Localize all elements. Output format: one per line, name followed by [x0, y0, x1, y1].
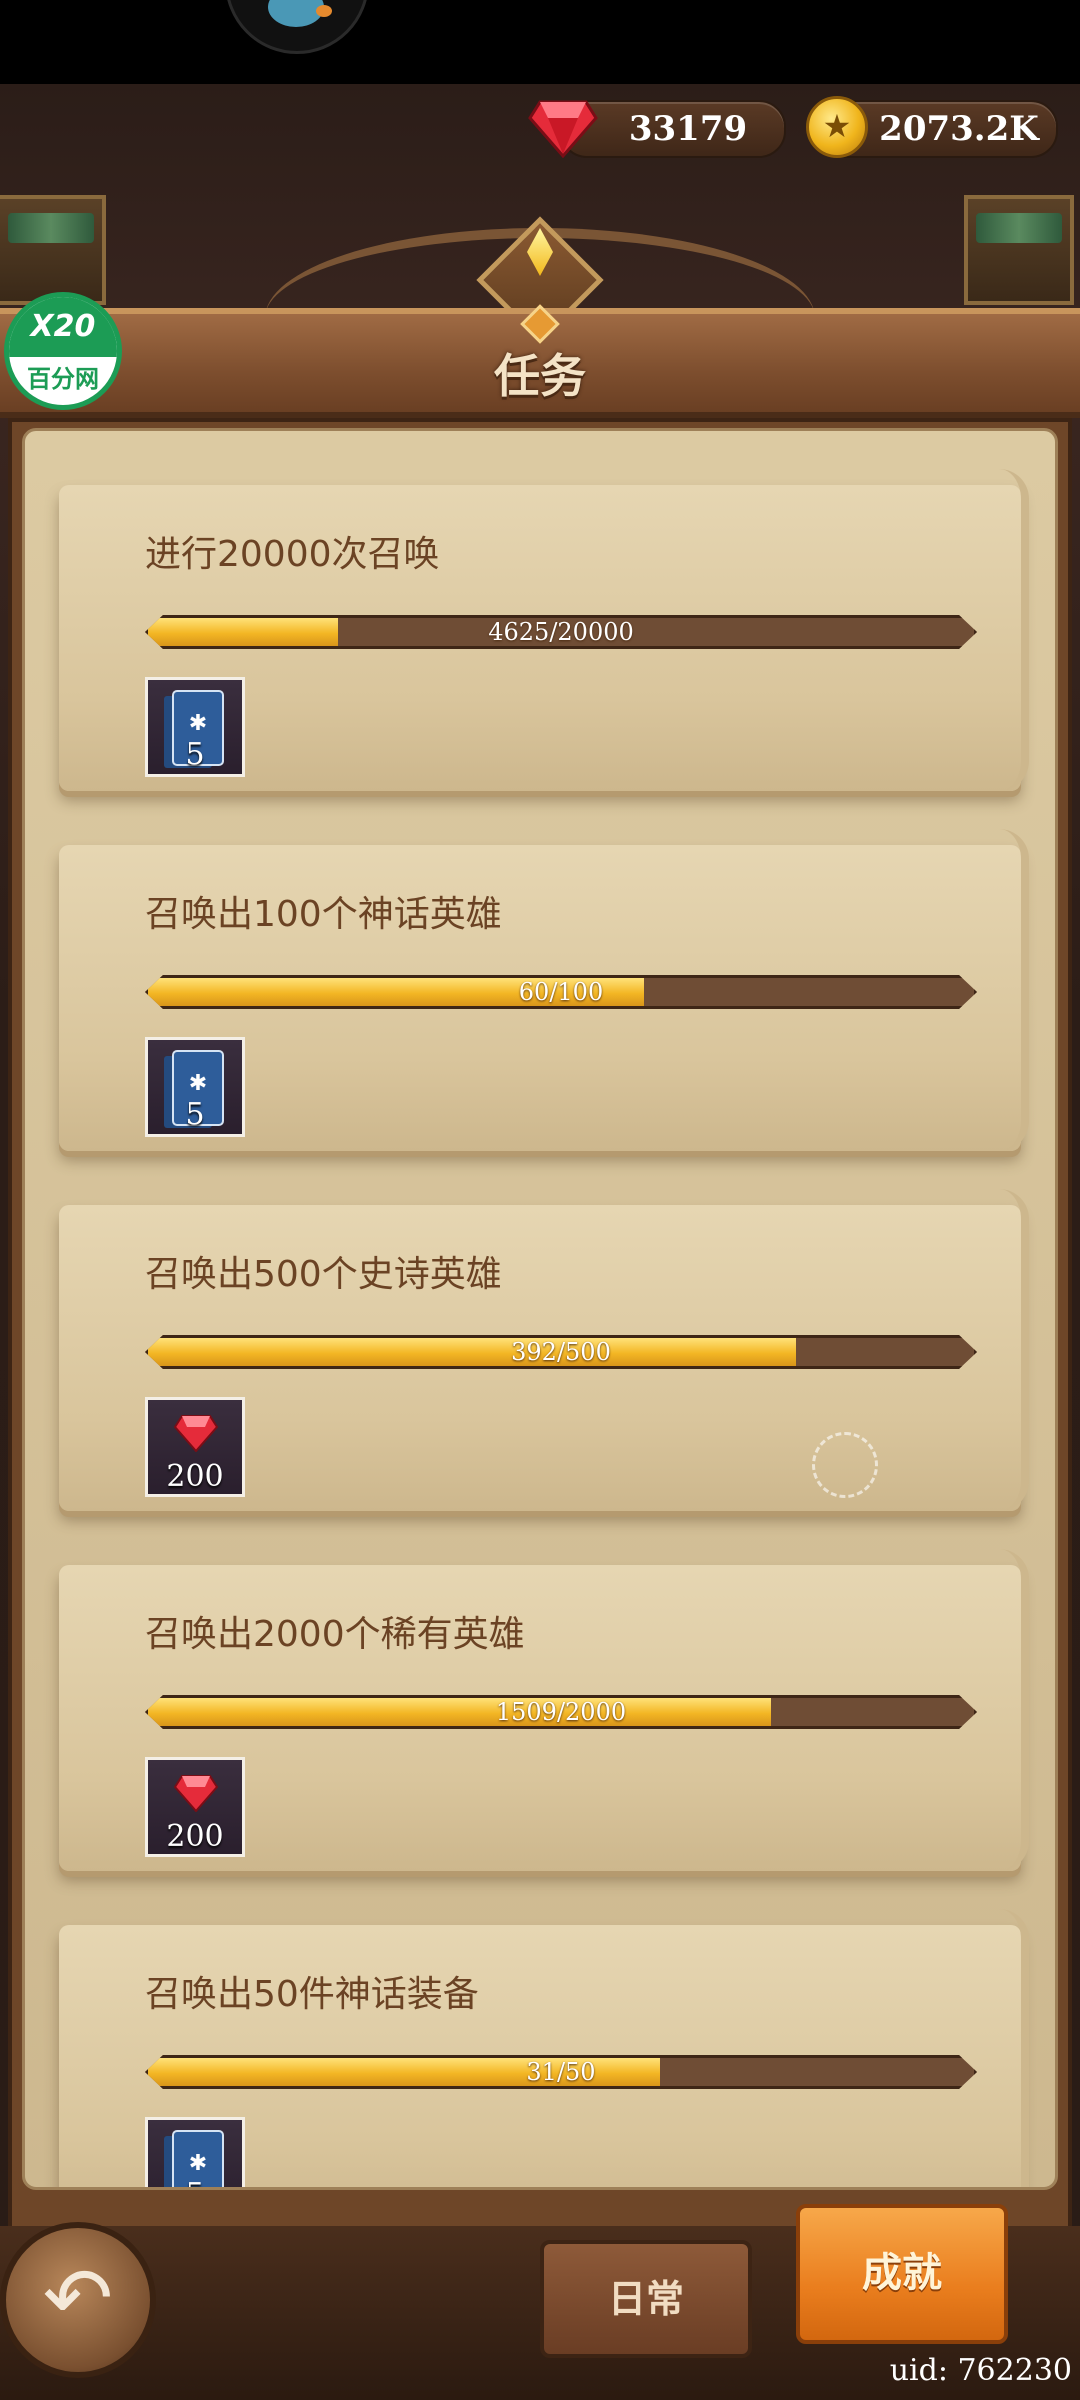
task-title: 进行20000次召唤: [145, 534, 440, 575]
scroll-curl: [989, 469, 1029, 791]
progress-text: 31/50: [526, 2058, 596, 2086]
left-pillar: [0, 195, 106, 305]
leaf-ornament: [976, 213, 1062, 243]
ruby-icon: [174, 1775, 218, 1812]
progress-text: 392/500: [511, 1338, 611, 1366]
task-card[interactable]: 召唤出2000个稀有英雄 1509/2000 200: [59, 1549, 1029, 1871]
leaf-ornament: [8, 213, 94, 243]
reward-item[interactable]: 200: [145, 1757, 245, 1857]
progress-bar: 4625/20000: [145, 615, 977, 649]
tab-daily[interactable]: 日常: [540, 2240, 752, 2358]
user-id: uid: 762230: [889, 2353, 1072, 2388]
progress-bar: 31/50: [145, 2055, 977, 2089]
back-arrow-icon: ↶: [42, 2249, 114, 2347]
ruby-icon: [528, 100, 598, 158]
coin-count: 2073.2K: [879, 109, 1039, 149]
reward-item[interactable]: 200: [145, 1397, 245, 1497]
avatar: [225, 0, 369, 54]
scroll-curl: [989, 829, 1029, 1151]
task-card[interactable]: 进行20000次召唤 4625/20000 ✱ 5: [59, 469, 1029, 791]
task-card[interactable]: 召唤出50件神话装备 31/50 ✱ 5: [59, 1909, 1029, 2187]
page-title: 任务: [494, 349, 586, 403]
reward-item[interactable]: ✱ 5: [145, 677, 245, 777]
right-pillar: [964, 195, 1074, 305]
progress-bar: 1509/2000: [145, 1695, 977, 1729]
reward-amount: 200: [166, 1819, 224, 1854]
scroll-curl: [989, 1909, 1029, 2187]
task-title: 召唤出100个神话英雄: [145, 894, 502, 935]
progress-bar: 392/500: [145, 1335, 977, 1369]
reward-item[interactable]: ✱ 5: [145, 2117, 245, 2187]
reward-amount: 5: [148, 2177, 242, 2187]
badge-bottom-text: 百分网: [27, 365, 99, 393]
status-area: [0, 0, 1080, 84]
ruby-icon: [174, 1415, 218, 1452]
reward-amount: 5: [185, 1097, 205, 1132]
gold-coin-icon: ★: [806, 96, 868, 158]
bird-icon: [268, 0, 324, 27]
task-card[interactable]: 召唤出100个神话英雄 60/100 ✱ 5: [59, 829, 1029, 1151]
task-list[interactable]: 进行20000次召唤 4625/20000 ✱ 5 召唤出100个神话英雄 60…: [22, 428, 1058, 2190]
task-title: 召唤出50件神话装备: [145, 1974, 479, 2015]
badge-top-text: X20: [30, 309, 96, 344]
scroll-curl: [989, 1189, 1029, 1511]
watermark-badge: X20 百分网: [4, 292, 122, 410]
gem-count: 33179: [628, 109, 748, 149]
reward-amount: 5: [185, 737, 205, 772]
task-title: 召唤出500个史诗英雄: [145, 1254, 502, 1295]
scroll-curl: [989, 1549, 1029, 1871]
progress-text: 60/100: [518, 978, 604, 1006]
tab-achievement[interactable]: 成就: [796, 2204, 1008, 2344]
back-button[interactable]: ↶: [0, 2222, 156, 2378]
progress-text: 1509/2000: [495, 1698, 627, 1726]
sparkle-effect: [812, 1432, 878, 1498]
progress-text: 4625/20000: [488, 618, 634, 646]
task-title: 召唤出2000个稀有英雄: [145, 1614, 525, 1655]
progress-bar: 60/100: [145, 975, 977, 1009]
bird-beak: [316, 5, 332, 17]
reward-amount: 200: [166, 1459, 224, 1494]
reward-item[interactable]: ✱ 5: [145, 1037, 245, 1137]
